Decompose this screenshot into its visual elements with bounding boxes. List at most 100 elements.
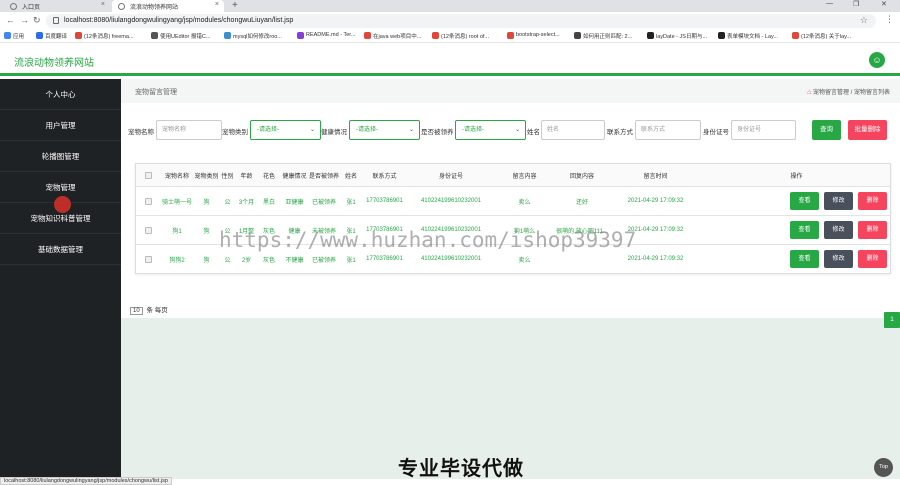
bookmark-item[interactable]: 百度翻译: [36, 32, 67, 40]
batch-delete-button[interactable]: 批量删除: [848, 120, 887, 140]
view-button[interactable]: 查看: [790, 250, 819, 268]
app-title: 流浪动物领养网站: [14, 58, 94, 69]
delete-button[interactable]: 删除: [858, 192, 887, 210]
row-checkbox[interactable]: [144, 255, 152, 263]
adopted-select[interactable]: -请选择- ⌄: [455, 120, 526, 140]
id-number-input[interactable]: 身份证号: [731, 120, 796, 140]
caption: 专业毕设代做: [398, 458, 524, 480]
restore-icon[interactable]: ❐: [853, 0, 859, 8]
chevron-down-icon: ⌄: [514, 127, 520, 133]
select-all-checkbox[interactable]: [144, 171, 152, 179]
breadcrumb-bar: 宠物留言管理 ⌂ 宠物留言管理 / 宠物留言列表: [121, 79, 900, 103]
table-cell: 骑士萌一号: [161, 199, 192, 206]
close-tab-icon[interactable]: ×: [101, 1, 105, 8]
sidebar-item-personal-center[interactable]: 个人中心: [0, 79, 121, 110]
table-cell: 亚健康: [285, 199, 304, 206]
chevron-down-icon: ⌄: [408, 127, 414, 133]
forward-icon[interactable]: →: [20, 15, 29, 25]
pet-type-label: 宠物类别: [222, 129, 248, 136]
column-header: 性别: [221, 173, 234, 180]
table-cell: 17703786901: [366, 198, 403, 204]
sidebar-item-basic-data[interactable]: 基础数据管理: [0, 234, 121, 265]
browser-tab-active[interactable]: 流浪动物领养网站 ×: [112, 0, 224, 12]
contact-input[interactable]: 联系方式: [635, 120, 701, 140]
health-select[interactable]: -请选择- ⌄: [349, 120, 420, 140]
page-size-suffix: 条 每页: [146, 307, 168, 314]
bookmark-item[interactable]: mysql如何修改roo...: [224, 32, 282, 40]
view-button[interactable]: 查看: [790, 192, 819, 210]
browser-tab[interactable]: 入口页 ×: [4, 0, 110, 12]
table-cell: 已被领养: [311, 199, 336, 206]
search-button[interactable]: 查询: [812, 120, 841, 140]
view-button[interactable]: 查看: [790, 221, 819, 239]
row-select-cell: [136, 216, 160, 244]
window-close-icon[interactable]: ✕: [881, 0, 887, 8]
pet-type-select[interactable]: -请选择- ⌄: [250, 120, 321, 140]
bookmark-item[interactable]: 如何用正则匹配: 2...: [574, 32, 632, 40]
delete-button[interactable]: 删除: [858, 250, 887, 268]
column-header: 宠物类别: [194, 173, 219, 180]
table-row[interactable]: 骑士萌一号 狗 公 3个月 黑白 亚健康 已被领养 张1 17703786901 41022419…: [136, 186, 890, 215]
content-panel: 宠物名称 宠物名称 宠物类别 -请选择- ⌄ 健康情况 -请选择- ⌄ 是否被领养 …: [121, 103, 900, 328]
bookmark-item[interactable]: 应用: [4, 32, 24, 40]
column-header: 健康情况: [282, 173, 307, 180]
name-label: 姓名: [527, 129, 540, 136]
tab-title: 流浪动物领养网站: [130, 5, 179, 11]
new-tab-icon[interactable]: +: [232, 0, 238, 11]
bookmark-item[interactable]: 使用UEditor 报错C...: [151, 32, 210, 40]
user-icon[interactable]: ☺: [869, 52, 885, 68]
row-select-cell: [136, 245, 160, 273]
sidebar-item-carousel[interactable]: 轮播图管理: [0, 141, 121, 172]
pet-name-label: 宠物名称: [128, 129, 154, 136]
edit-button[interactable]: 修改: [824, 192, 853, 210]
bookmark-icon: [574, 32, 581, 39]
health-label: 健康情况: [321, 129, 347, 136]
address-bar: ← → ↻ localhost:8080/liulangdongwulingya…: [0, 12, 900, 30]
row-checkbox[interactable]: [144, 226, 152, 234]
bookmark-icon: [718, 32, 725, 39]
close-tab-icon[interactable]: ×: [215, 1, 219, 8]
reload-icon[interactable]: ↻: [33, 15, 41, 26]
edit-button[interactable]: 修改: [824, 250, 853, 268]
adopted-label: 是否被领养: [421, 129, 454, 136]
column-header: 留言内容: [512, 173, 537, 180]
url-text: localhost:8080/liulangdongwulingyang/jsp…: [64, 17, 294, 24]
url-field[interactable]: localhost:8080/liulangdongwulingyang/jsp…: [46, 14, 876, 28]
apps-icon: [4, 32, 11, 39]
info-icon[interactable]: [53, 17, 59, 24]
sidebar-item-users[interactable]: 用户管理: [0, 110, 121, 141]
bookmark-icon: [432, 32, 439, 39]
back-to-top-button[interactable]: Top: [874, 458, 893, 477]
delete-button[interactable]: 删除: [858, 221, 887, 239]
bookmark-item[interactable]: (12条消息) freema...: [75, 32, 134, 40]
home-icon[interactable]: ⌂: [807, 89, 811, 96]
bookmark-item[interactable]: (12条消息) root of...: [432, 32, 489, 40]
bookmark-icon: [507, 32, 514, 39]
pet-name-input[interactable]: 宠物名称: [156, 120, 222, 140]
name-input[interactable]: 姓名: [541, 120, 605, 140]
bookmark-item[interactable]: 在java web项目中...: [364, 32, 421, 40]
breadcrumb-path[interactable]: 宠物留言管理 / 宠物留言列表: [813, 90, 890, 96]
table-cell: 狗狗2: [169, 257, 185, 264]
page-1-button[interactable]: 1: [884, 312, 900, 328]
column-header: 操作: [790, 173, 803, 180]
bookmark-item[interactable]: README.md - Ter...: [297, 32, 355, 39]
column-header: 年龄: [240, 173, 253, 180]
bookmark-item[interactable]: layDate - JS日期与...: [647, 32, 707, 40]
browser-menu-icon[interactable]: ⋮: [885, 14, 894, 25]
bookmark-item[interactable]: bootstrap-select...: [507, 32, 560, 39]
bookmark-icon: [647, 32, 654, 39]
bookmark-item[interactable]: 表单模块文档 - Lay...: [718, 32, 778, 40]
row-checkbox[interactable]: [144, 197, 152, 205]
minimize-icon[interactable]: —: [826, 0, 833, 7]
column-header: 是否被领养: [308, 173, 339, 180]
table-cell: 狗: [203, 228, 210, 235]
column-header: 身份证号: [438, 173, 463, 180]
bookmark-star-icon[interactable]: ☆: [860, 15, 868, 26]
bookmark-item[interactable]: (12条消息) 关于lay...: [792, 32, 851, 40]
page-size-select[interactable]: 10: [130, 307, 143, 315]
edit-button[interactable]: 修改: [824, 221, 853, 239]
back-icon[interactable]: ←: [6, 15, 15, 25]
status-bar-url: localhost:8080/liulangdongwulingyang/jsp…: [0, 477, 172, 485]
table-header-row: 宠物名称 宠物类别 性别 年龄 花色 健康情况 是否被领养 姓名 联系方式 身份证号 留言内容 回复内…: [136, 164, 890, 186]
